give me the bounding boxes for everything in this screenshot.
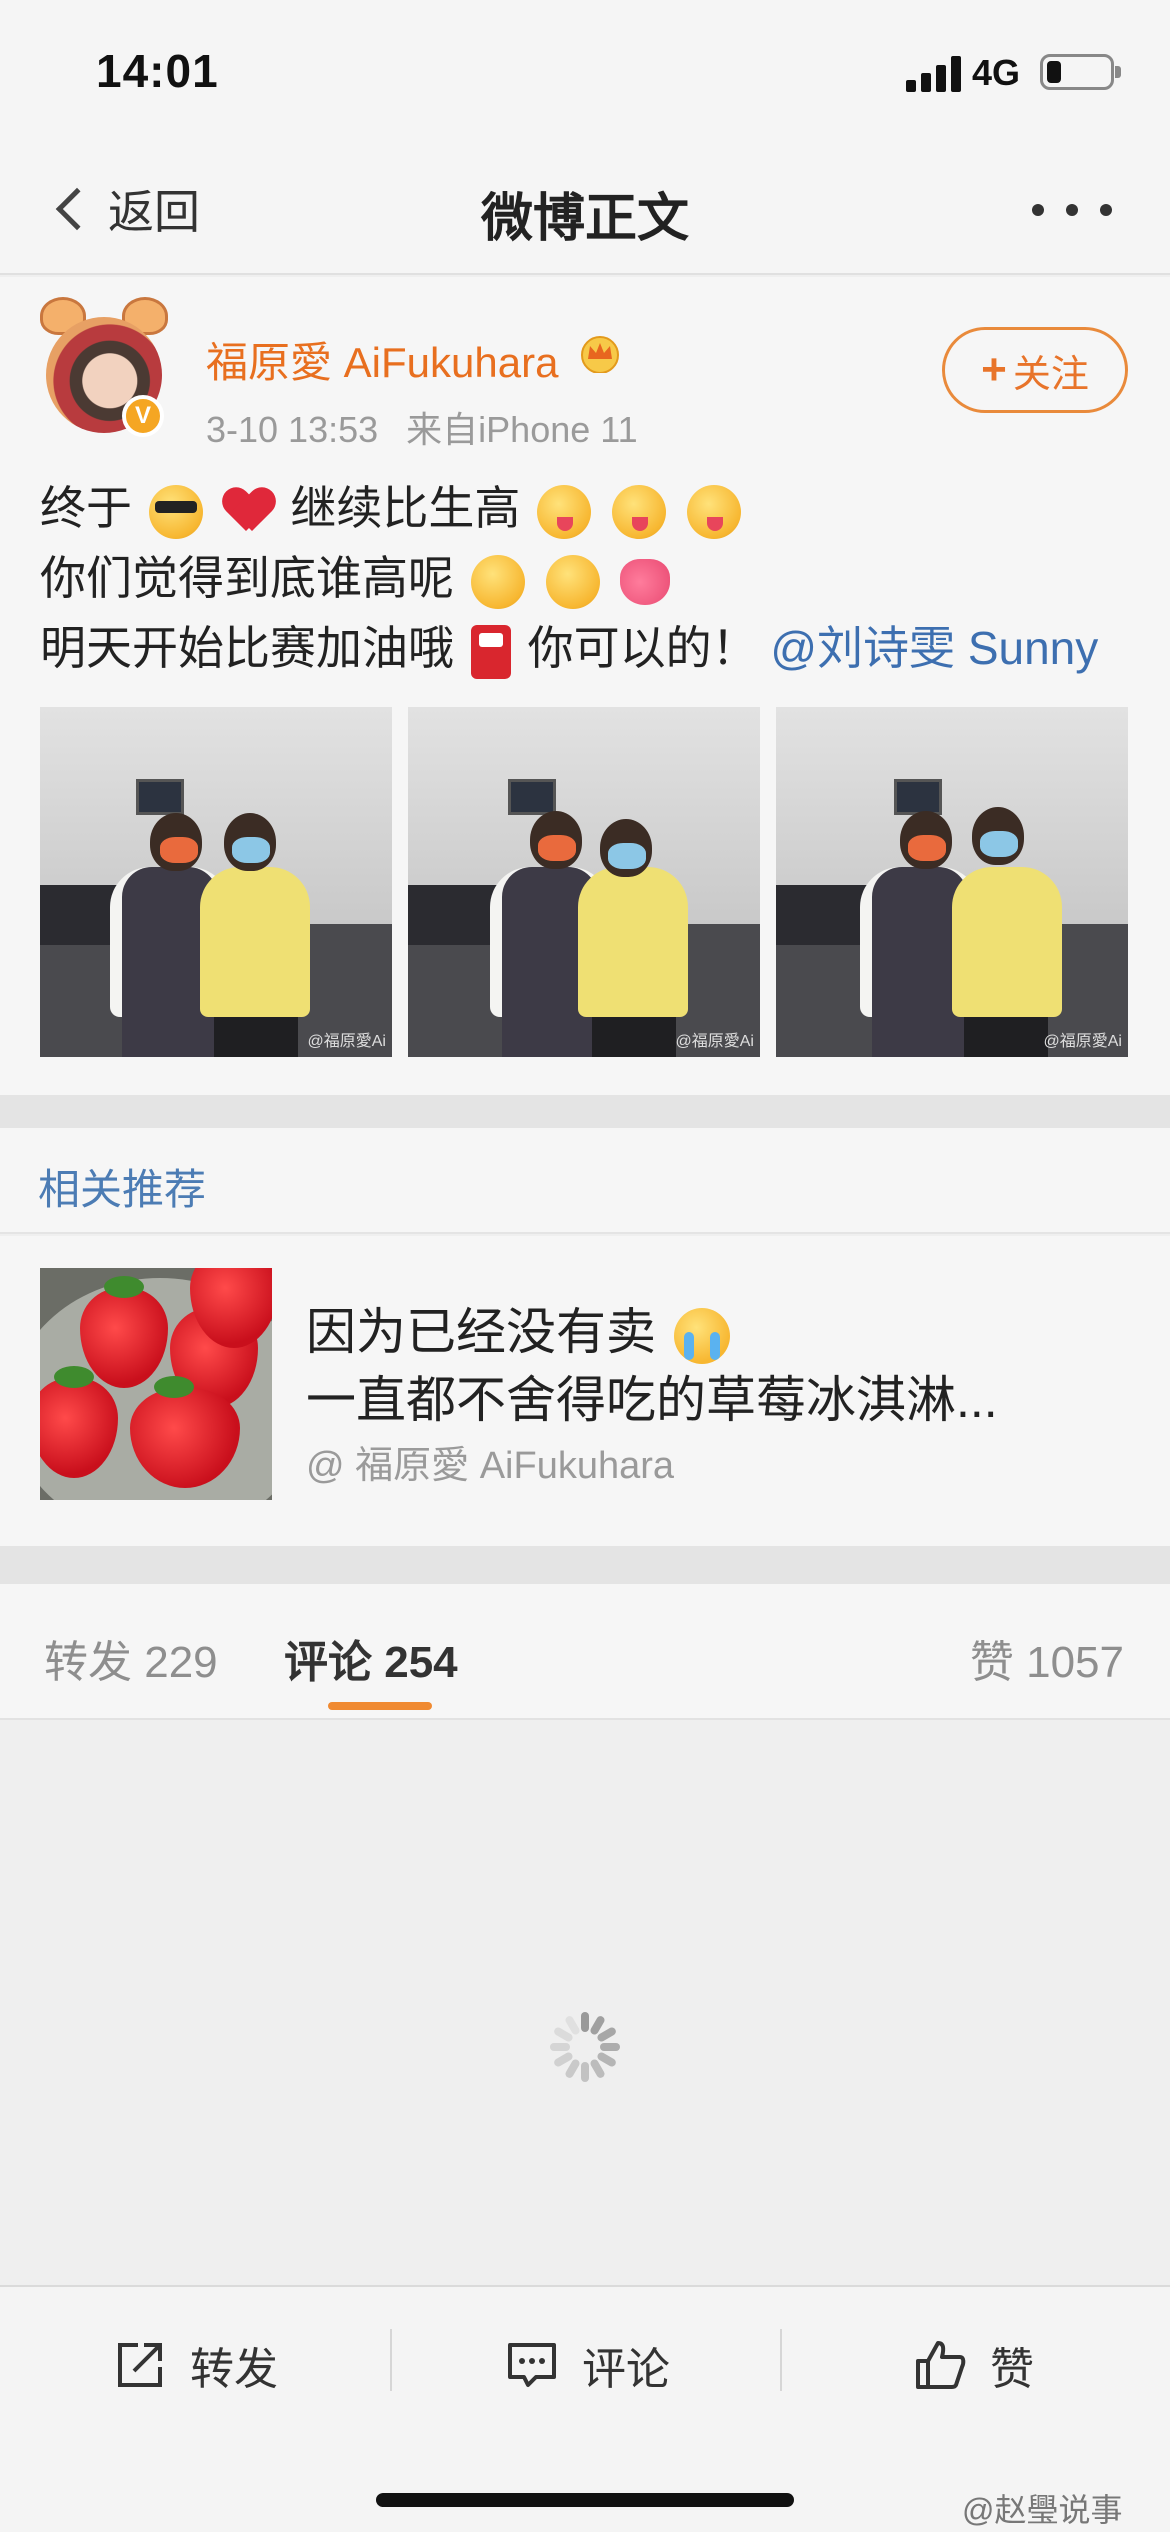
sunglasses-emoji-icon: [148, 484, 203, 539]
active-tab-indicator: [328, 1702, 432, 1710]
plus-icon: +: [981, 345, 1007, 394]
tongue-emoji-icon: [611, 484, 666, 539]
like-label: 赞: [990, 2345, 1034, 2394]
photo-watermark: @福原愛Ai: [675, 1033, 754, 1050]
comment-label: 评论: [582, 2345, 670, 2394]
related-heading-bar: 相关推荐: [0, 1128, 1170, 1234]
comments-area: [0, 1722, 1170, 2285]
post-username[interactable]: 福原愛 AiFukuhara: [206, 329, 558, 390]
bottom-action-bar: 转发 评论 赞 @赵璺说事: [0, 2285, 1170, 2532]
crying-emoji-icon: [673, 1307, 730, 1364]
home-indicator[interactable]: [376, 2493, 794, 2507]
post-text-segment: 你可以的！: [527, 622, 758, 674]
tab-comments[interactable]: 评论 254: [284, 1626, 458, 1690]
loading-spinner-icon: [550, 2012, 620, 2082]
heart-arrow-emoji-icon: [620, 558, 671, 605]
post-photo-3[interactable]: @福原愛Ai: [776, 707, 1128, 1057]
more-options-icon[interactable]: [1032, 204, 1112, 218]
nav-bar: 返回 微博正文: [0, 150, 1170, 275]
related-title-line-1: 因为已经没有卖: [306, 1292, 734, 1364]
red-heart-emoji-icon: [224, 489, 274, 535]
post-photo-2[interactable]: @福原愛Ai: [408, 707, 760, 1057]
comment-button[interactable]: 评论: [504, 2327, 670, 2403]
comment-icon: [508, 2343, 556, 2387]
post-text-segment: 明天开始比赛加油哦: [40, 622, 454, 674]
post-meta: 3-10 13:53 来自iPhone 11: [206, 401, 656, 453]
post-text-segment: 你们觉得到底谁高呢: [40, 552, 454, 604]
signal-icon: [906, 56, 962, 92]
avatar[interactable]: V: [40, 297, 168, 437]
tab-likes[interactable]: 赞 1057: [970, 1626, 1124, 1690]
battery-icon: [1040, 54, 1121, 90]
photo-watermark: @福原愛Ai: [1043, 1033, 1122, 1050]
related-thumbnail: [40, 1268, 272, 1500]
like-button[interactable]: 赞: [912, 2327, 1034, 2403]
post-card: V 福原愛 AiFukuhara 3-10 13:53 来自iPhone 11 …: [0, 277, 1170, 1095]
related-title-text: 因为已经没有卖: [306, 1304, 656, 1360]
corner-watermark: @赵璺说事: [962, 2492, 1123, 2528]
status-bar: 14:01 4G: [0, 0, 1170, 150]
section-divider: [0, 1095, 1170, 1128]
related-source: @ 福原愛 AiFukuhara: [306, 1445, 675, 1487]
post-source: 来自iPhone 11: [406, 409, 638, 450]
photo-grid: @福原愛Ai @福原愛Ai @福原愛Ai: [40, 707, 1130, 1057]
tab-reposts[interactable]: 转发 229: [44, 1626, 218, 1690]
post-text-segment: 继续比生高: [290, 482, 521, 534]
tongue-emoji-icon: [686, 484, 741, 539]
crown-icon: [581, 336, 619, 373]
post-text-segment: 终于: [40, 482, 132, 534]
follow-button[interactable]: + 关注: [942, 327, 1128, 413]
post-photo-1[interactable]: @福原愛Ai: [40, 707, 392, 1057]
follow-label: 关注: [1012, 353, 1089, 396]
mention-link[interactable]: @刘诗雯 Sunny: [770, 622, 1098, 674]
thinking-emoji-icon: [470, 554, 525, 609]
related-heading: 相关推荐: [38, 1166, 207, 1213]
fuel-pump-emoji-icon: [470, 624, 511, 679]
smirk-emoji-icon: [545, 554, 600, 609]
interaction-tabs: 转发 229 评论 254 赞 1057: [0, 1584, 1170, 1720]
network-type: 4G: [972, 52, 1021, 93]
tongue-emoji-icon: [537, 484, 592, 539]
related-title-line-2: 一直都不舍得吃的草莓冰淇淋...: [306, 1372, 998, 1428]
thumbs-up-icon: [916, 2341, 966, 2389]
verified-badge-icon: V: [122, 395, 164, 437]
page-title: 微博正文: [480, 190, 689, 248]
post-time: 3-10 13:53: [206, 409, 379, 450]
repost-button[interactable]: 转发: [112, 2327, 278, 2403]
repost-label: 转发: [190, 2345, 278, 2394]
related-item[interactable]: 因为已经没有卖 一直都不舍得吃的草莓冰淇淋... @ 福原愛 AiFukuhar…: [0, 1236, 1170, 1546]
post-text: 终于 继续比生高 你们觉得到底谁高呢 明天开始比赛加油哦 你可以的！ @刘诗雯 …: [40, 473, 1140, 683]
section-divider: [0, 1546, 1170, 1584]
status-time: 14:01: [96, 45, 219, 97]
share-icon: [118, 2343, 162, 2387]
photo-watermark: @福原愛Ai: [307, 1033, 386, 1050]
